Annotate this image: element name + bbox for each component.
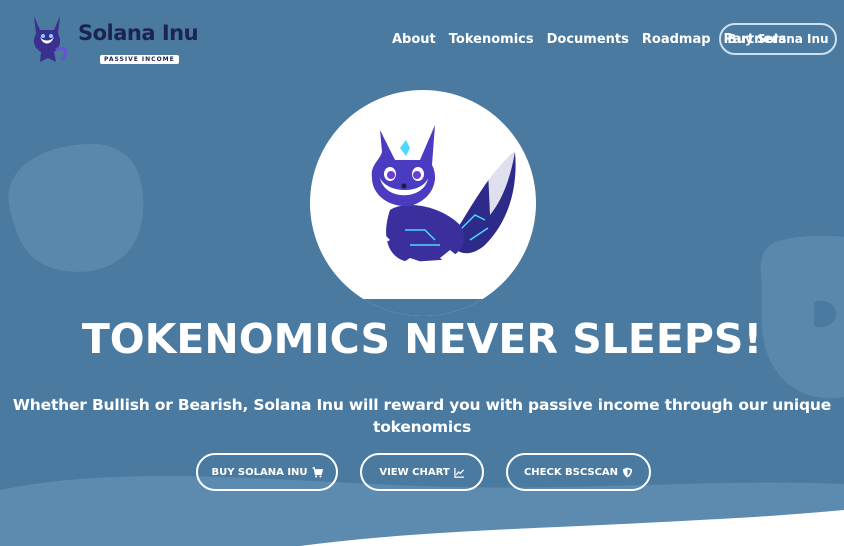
buy-solana-inu-button[interactable]: BUY SOLANA INU <box>196 453 338 491</box>
cart-icon <box>312 466 323 477</box>
fox-logo-icon[interactable] <box>26 14 68 64</box>
buy-solana-inu-header-button[interactable]: Buy Solana Inu <box>719 23 837 55</box>
check-bscscan-button[interactable]: CHECK BSCSCAN <box>506 453 651 491</box>
buy-solana-inu-label: BUY SOLANA INU <box>211 466 308 478</box>
hero-mascot-image <box>310 90 536 316</box>
brand[interactable]: Solana Inu PASSIVE INCOME <box>78 20 199 65</box>
nav-link-about[interactable]: About <box>392 32 436 47</box>
view-chart-label: VIEW CHART <box>379 466 450 478</box>
chart-icon <box>453 467 464 478</box>
nav-link-roadmap[interactable]: Roadmap <box>642 32 711 47</box>
brand-tagline: PASSIVE INCOME <box>100 55 179 64</box>
nav-link-documents[interactable]: Documents <box>547 32 629 47</box>
check-bscscan-label: CHECK BSCSCAN <box>523 466 619 478</box>
view-chart-button[interactable]: VIEW CHART <box>360 453 484 491</box>
background-blob-left <box>8 143 144 272</box>
nav-link-tokenomics[interactable]: Tokenomics <box>449 32 534 47</box>
hero-title: TOKENOMICS NEVER SLEEPS! <box>81 315 763 363</box>
brand-name: Solana Inu <box>78 21 199 45</box>
shield-icon <box>622 466 633 478</box>
hero-subtitle: Whether Bullish or Bearish, Solana Inu w… <box>12 396 832 436</box>
site-header: Solana Inu PASSIVE INCOME About Tokenomi… <box>0 0 844 80</box>
fox-mascot-icon <box>358 125 516 277</box>
